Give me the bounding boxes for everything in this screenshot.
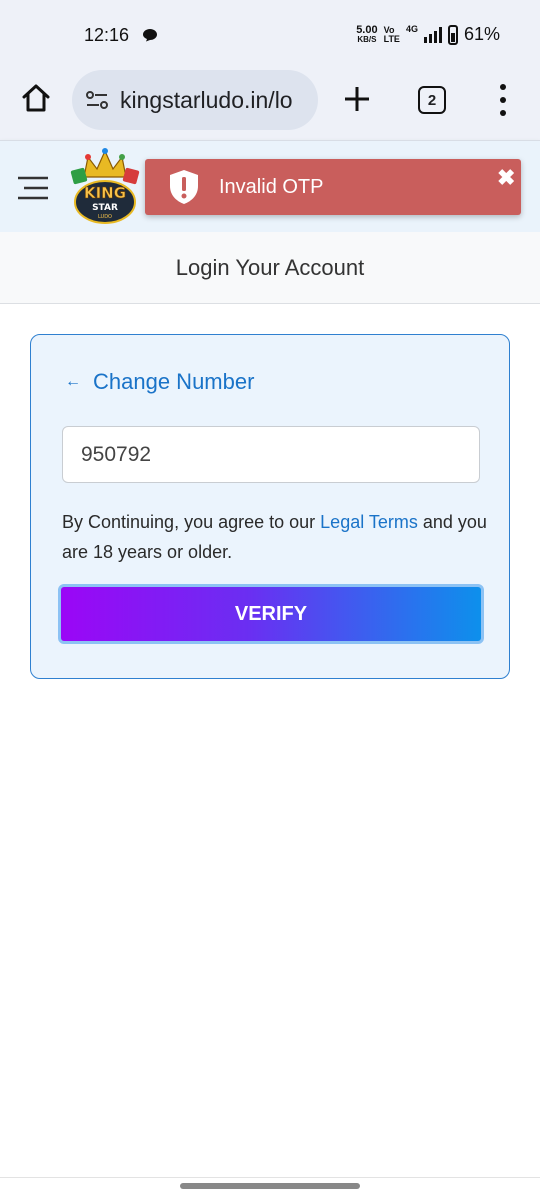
volte-bottom: LTE (383, 33, 400, 44)
otp-card: ← Change Number By Continuing, you agree… (30, 334, 510, 679)
status-indicators: 5.00 KB/S Vo LTE 4G 61% (356, 24, 500, 45)
home-icon[interactable] (20, 82, 52, 114)
nav-divider (0, 1177, 540, 1178)
network-speed: 5.00 KB/S (356, 25, 377, 44)
verify-button[interactable]: VERIFY (58, 584, 484, 644)
terms-prefix: By Continuing, you agree to our (62, 512, 321, 532)
legal-terms-link[interactable]: Legal Terms (320, 512, 418, 532)
page-title-bar: Login Your Account (0, 232, 540, 304)
change-number-label: Change Number (93, 369, 255, 394)
address-bar[interactable]: kingstarludo.in/lo (72, 70, 318, 130)
url-text[interactable]: kingstarludo.in/lo (120, 87, 293, 114)
error-toast: Invalid OTP ✖ (145, 159, 521, 215)
browser-toolbar: kingstarludo.in/lo 2 (0, 64, 540, 140)
otp-input[interactable] (62, 426, 480, 483)
change-number-link[interactable]: ← Change Number (65, 369, 254, 395)
toast-message: Invalid OTP (219, 175, 324, 198)
logo-text-ludo: LUDO (98, 214, 112, 220)
network-speed-unit: KB/S (357, 35, 377, 44)
page-title: Login Your Account (175, 254, 365, 280)
hamburger-menu-icon[interactable] (16, 175, 50, 201)
arrow-left-icon: ← (65, 373, 81, 390)
logo-text-star: STAR (92, 203, 118, 213)
battery-icon (447, 24, 458, 45)
logo-text-king: KING (84, 184, 126, 202)
overflow-menu-icon[interactable] (494, 84, 512, 116)
message-notification-icon (143, 29, 157, 42)
network-type: 4G (405, 24, 418, 34)
site-settings-icon[interactable] (84, 87, 110, 113)
close-icon[interactable]: ✖ (497, 167, 515, 189)
shield-alert-icon (170, 170, 198, 204)
status-time: 12:16 (84, 25, 130, 45)
volte-indicator: Vo LTE (383, 25, 400, 44)
terms-text: By Continuing, you agree to our Legal Te… (62, 507, 492, 567)
gesture-navigation-bar[interactable] (180, 1183, 360, 1189)
tab-switcher-button[interactable]: 2 (418, 86, 446, 114)
battery-percent: 61% (463, 24, 500, 44)
kingstar-ludo-logo[interactable]: KING STAR LUDO (70, 147, 140, 225)
new-tab-icon[interactable] (340, 82, 374, 116)
signal-strength-icon (423, 26, 442, 43)
status-bar: 12:16 5.00 KB/S Vo LTE 4G 61% (0, 0, 540, 64)
